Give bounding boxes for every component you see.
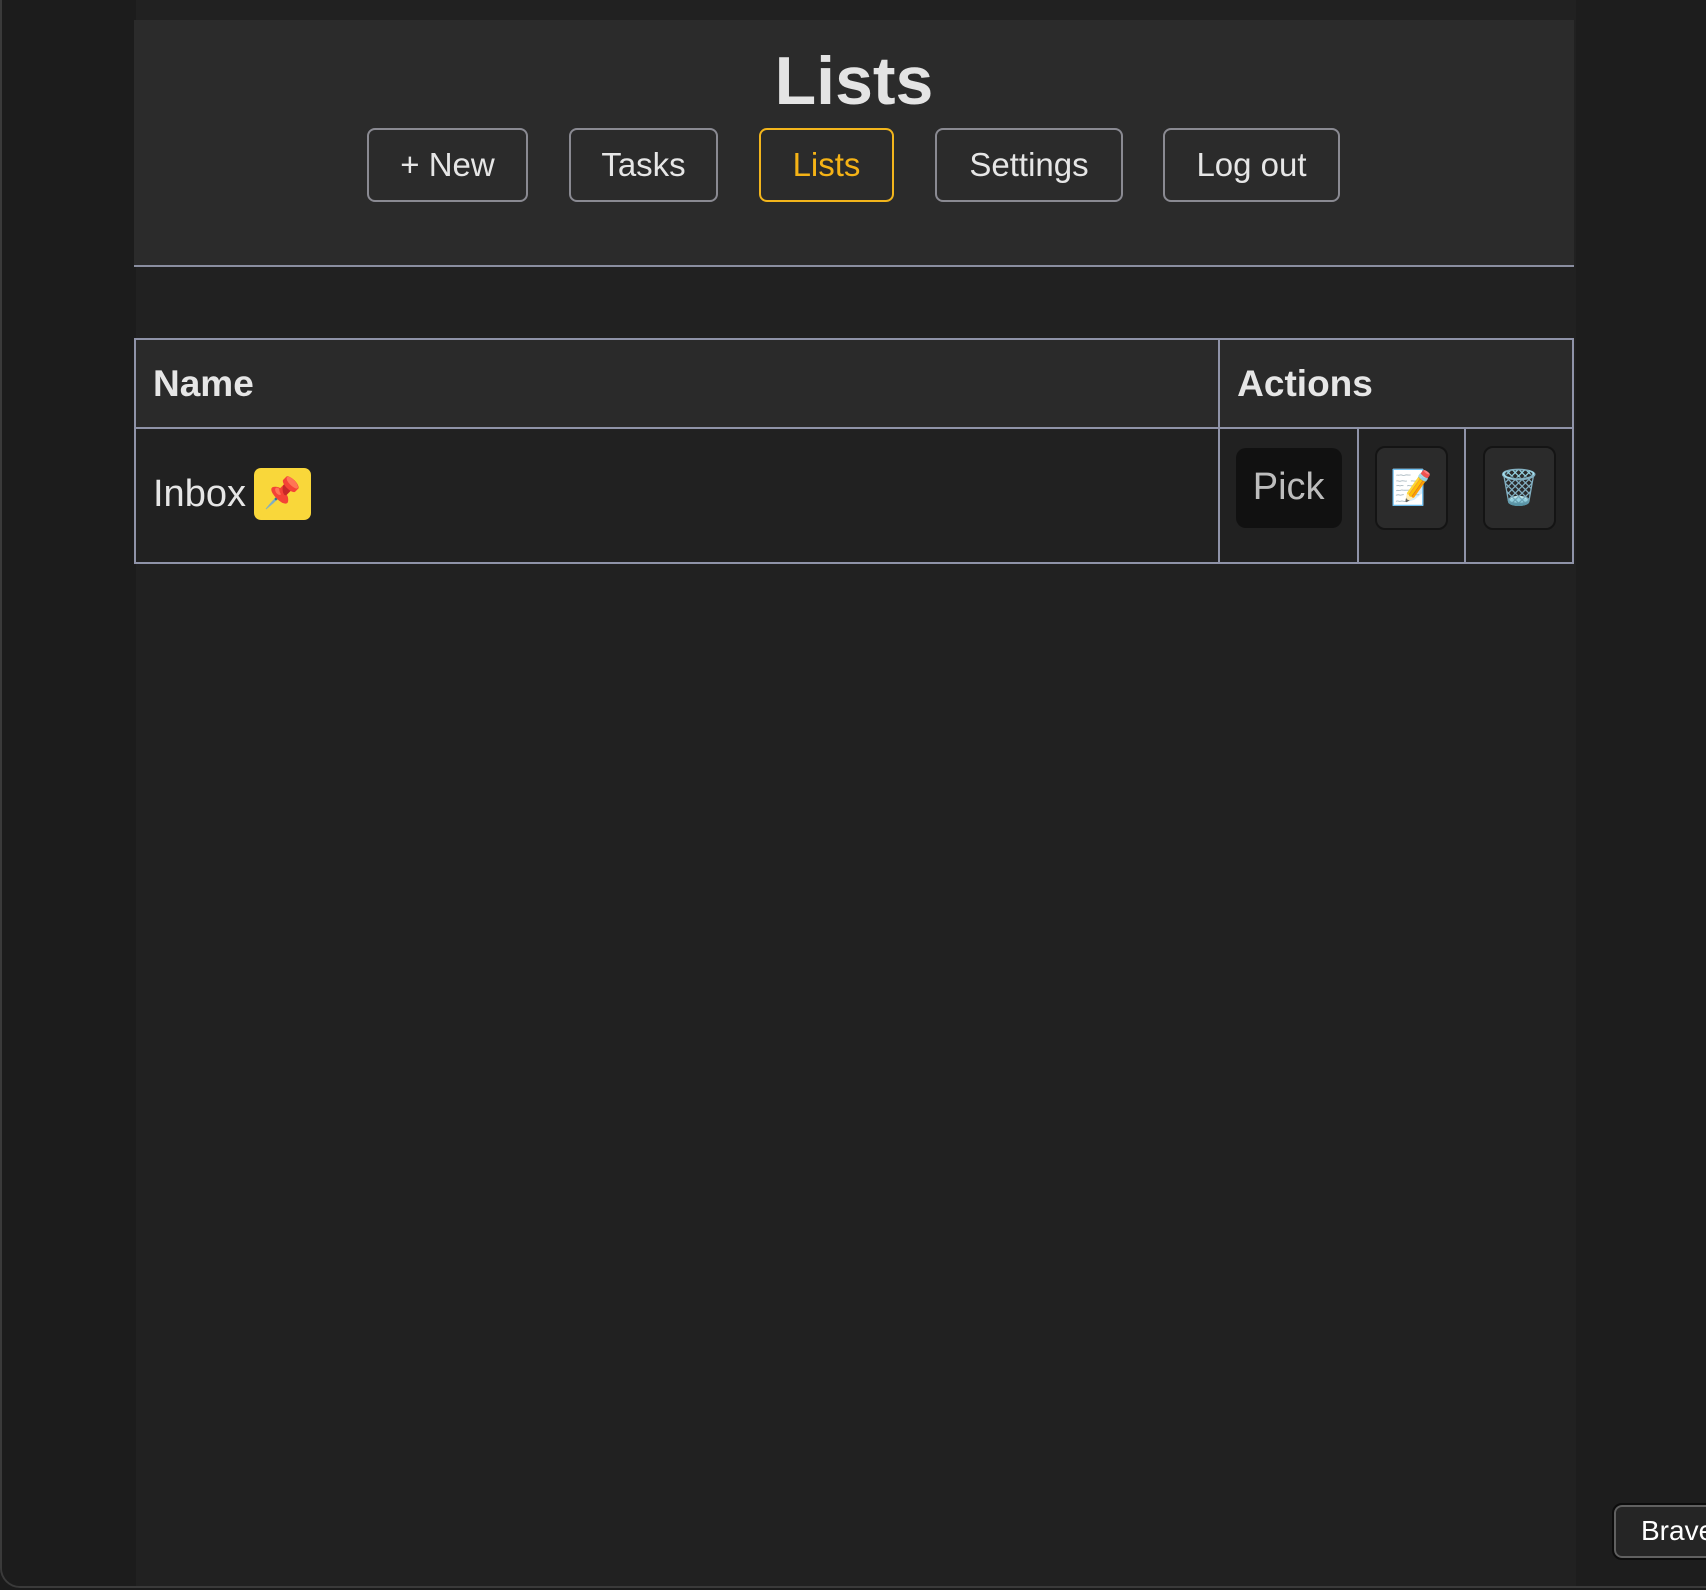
column-header-actions: Actions — [1218, 338, 1574, 429]
logout-button[interactable]: Log out — [1163, 128, 1340, 202]
page-title: Lists — [774, 43, 934, 119]
delete-button[interactable]: 🗑️ — [1482, 445, 1556, 530]
table-row: Inbox 📌 Pick 📝 🗑️ — [133, 427, 1574, 564]
tab-tasks[interactable]: Tasks — [569, 128, 718, 202]
pin-icon: 📌 — [253, 467, 311, 520]
memo-icon: 📝 — [1390, 468, 1433, 507]
left-pane — [2, 0, 136, 1586]
trash-icon: 🗑️ — [1497, 468, 1541, 507]
tab-settings[interactable]: Settings — [935, 128, 1123, 202]
list-name-cell: Inbox 📌 — [133, 427, 1221, 564]
edit-button[interactable]: 📝 — [1375, 445, 1449, 530]
brave-button[interactable]: Brave — [1612, 1503, 1706, 1560]
pick-button[interactable]: Pick — [1235, 447, 1342, 528]
right-pane — [1576, 0, 1706, 1586]
table-header-row: Name Actions — [133, 338, 1574, 429]
column-header-name: Name — [133, 338, 1221, 429]
list-name[interactable]: Inbox — [153, 473, 246, 515]
tab-lists[interactable]: Lists — [759, 128, 894, 202]
lists-table: Name Actions Inbox 📌 Pick 📝 🗑️ — [133, 338, 1574, 564]
new-button[interactable]: + New — [367, 128, 528, 202]
